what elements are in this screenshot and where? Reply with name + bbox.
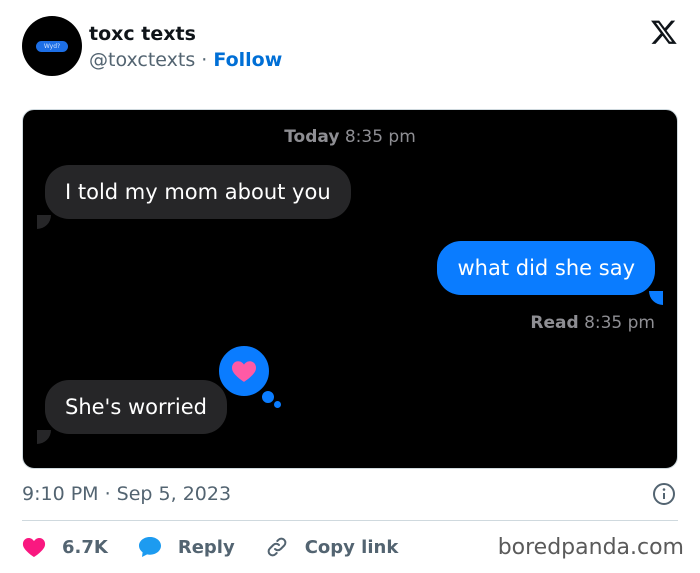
- reply-bubble-icon: [138, 537, 161, 557]
- message-bubble-incoming: She's worried: [45, 380, 227, 434]
- divider: [22, 520, 678, 521]
- copy-link-button[interactable]: Copy link: [265, 535, 399, 559]
- bubble-tail: [37, 215, 51, 229]
- like-count: 6.7K: [62, 536, 108, 558]
- separator: ·: [201, 49, 208, 71]
- tapback-bubble-dot: [274, 401, 281, 408]
- read-time: 8:35 pm: [584, 313, 655, 333]
- action-bar: 6.7K Reply Copy link: [22, 530, 428, 564]
- bubble-tail: [37, 430, 51, 444]
- heart-icon: [22, 538, 46, 557]
- info-icon[interactable]: [652, 482, 676, 506]
- post-timestamp[interactable]: 9:10 PM · Sep 5, 2023: [22, 483, 231, 505]
- avatar-text: Wyd?: [35, 40, 69, 52]
- tweet-header: Wyd? toxc texts @toxctexts · Follow: [22, 16, 678, 78]
- follow-button[interactable]: Follow: [213, 49, 282, 71]
- conversation-header-time: Today 8:35 pm: [23, 127, 677, 147]
- author-handle[interactable]: @toxctexts: [89, 49, 195, 71]
- read-label: Read: [530, 313, 579, 333]
- author-block: toxc texts @toxctexts · Follow: [89, 22, 282, 72]
- message-bubble-outgoing: what did she say: [437, 241, 655, 295]
- heart-icon: [231, 361, 257, 382]
- link-icon: [267, 537, 287, 557]
- avatar[interactable]: Wyd?: [22, 16, 82, 76]
- copy-link-label: Copy link: [304, 536, 399, 558]
- conversation-screenshot: Today 8:35 pm I told my mom about you wh…: [22, 109, 678, 469]
- conversation-time: 8:35 pm: [344, 127, 416, 147]
- watermark: boredpanda.com: [497, 535, 684, 560]
- bubble-tail: [649, 291, 663, 305]
- message-bubble-incoming: I told my mom about you: [45, 165, 351, 219]
- x-logo-icon[interactable]: [650, 18, 678, 46]
- reply-label: Reply: [177, 536, 235, 558]
- read-receipt: Read 8:35 pm: [530, 313, 655, 333]
- author-sub: @toxctexts · Follow: [89, 48, 282, 72]
- reply-button[interactable]: Reply: [138, 536, 235, 558]
- author-name[interactable]: toxc texts: [89, 22, 282, 46]
- like-button[interactable]: 6.7K: [22, 536, 108, 558]
- conversation-day: Today: [284, 127, 340, 147]
